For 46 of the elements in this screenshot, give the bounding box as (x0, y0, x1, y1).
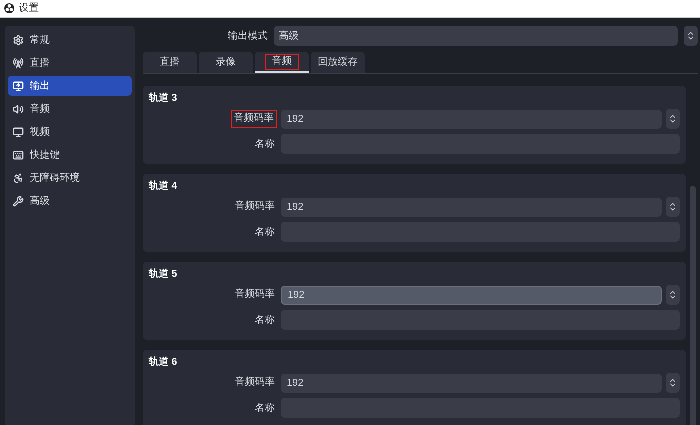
bitrate-label: 音频码率 (234, 288, 276, 302)
track-title: 轨道 6 (149, 357, 178, 369)
antenna-icon (13, 58, 24, 68)
track-title: 轨道 4 (149, 181, 178, 193)
name-label: 名称 (254, 138, 276, 152)
spinner-arrows-icon[interactable] (684, 26, 698, 46)
sidebar-item[interactable]: 输出 (8, 76, 132, 96)
bitrate-label: 音频码率 (234, 200, 276, 214)
output-mode-label: 输出模式 (227, 30, 268, 44)
gear-icon (13, 34, 24, 46)
name-label: 名称 (254, 314, 276, 328)
tab[interactable]: 音频 (255, 52, 309, 73)
bitrate-label: 音频码率 (231, 110, 277, 128)
app-logo-icon (4, 3, 15, 14)
output-mode-dropdown[interactable]: 高级 (274, 26, 678, 46)
spinner-arrows-icon[interactable] (666, 373, 680, 393)
person-icon (13, 172, 24, 184)
track-title: 轨道 3 (149, 93, 178, 105)
bitrate-label: 音频码率 (234, 376, 276, 390)
monitor-icon (13, 126, 24, 138)
sidebar-item[interactable]: 无障碍环境 (8, 168, 132, 188)
name-label: 名称 (254, 226, 276, 240)
bitrate-field[interactable]: 192 (281, 110, 662, 128)
sidebar-item[interactable]: 直播 (8, 53, 132, 73)
bitrate-field[interactable]: 192 (281, 286, 662, 304)
spinner-arrows-icon[interactable] (666, 197, 680, 217)
tab[interactable]: 录像 (199, 52, 253, 73)
keyboard-icon (13, 150, 24, 160)
window-title: 设置 (19, 2, 39, 16)
tab[interactable]: 直播 (143, 52, 197, 73)
screen-icon (13, 80, 24, 92)
sidebar-item[interactable]: 常规 (8, 30, 132, 50)
speaker-icon (13, 104, 24, 114)
sidebar-item[interactable]: 快捷键 (8, 145, 132, 165)
spinner-arrows-icon[interactable] (666, 285, 680, 305)
bitrate-field[interactable]: 192 (281, 198, 662, 216)
bitrate-field[interactable]: 192 (281, 374, 662, 392)
name-label: 名称 (254, 402, 276, 416)
spinner-arrows-icon[interactable] (666, 109, 680, 129)
wrench-icon (13, 196, 24, 206)
sidebar-item[interactable]: 音频 (8, 99, 132, 119)
sidebar-item[interactable]: 高级 (8, 191, 132, 211)
sidebar-item[interactable]: 视频 (8, 122, 132, 142)
track-title: 轨道 5 (149, 269, 178, 281)
scrollbar-thumb[interactable] (690, 186, 696, 425)
tab[interactable]: 回放缓存 (311, 52, 365, 73)
